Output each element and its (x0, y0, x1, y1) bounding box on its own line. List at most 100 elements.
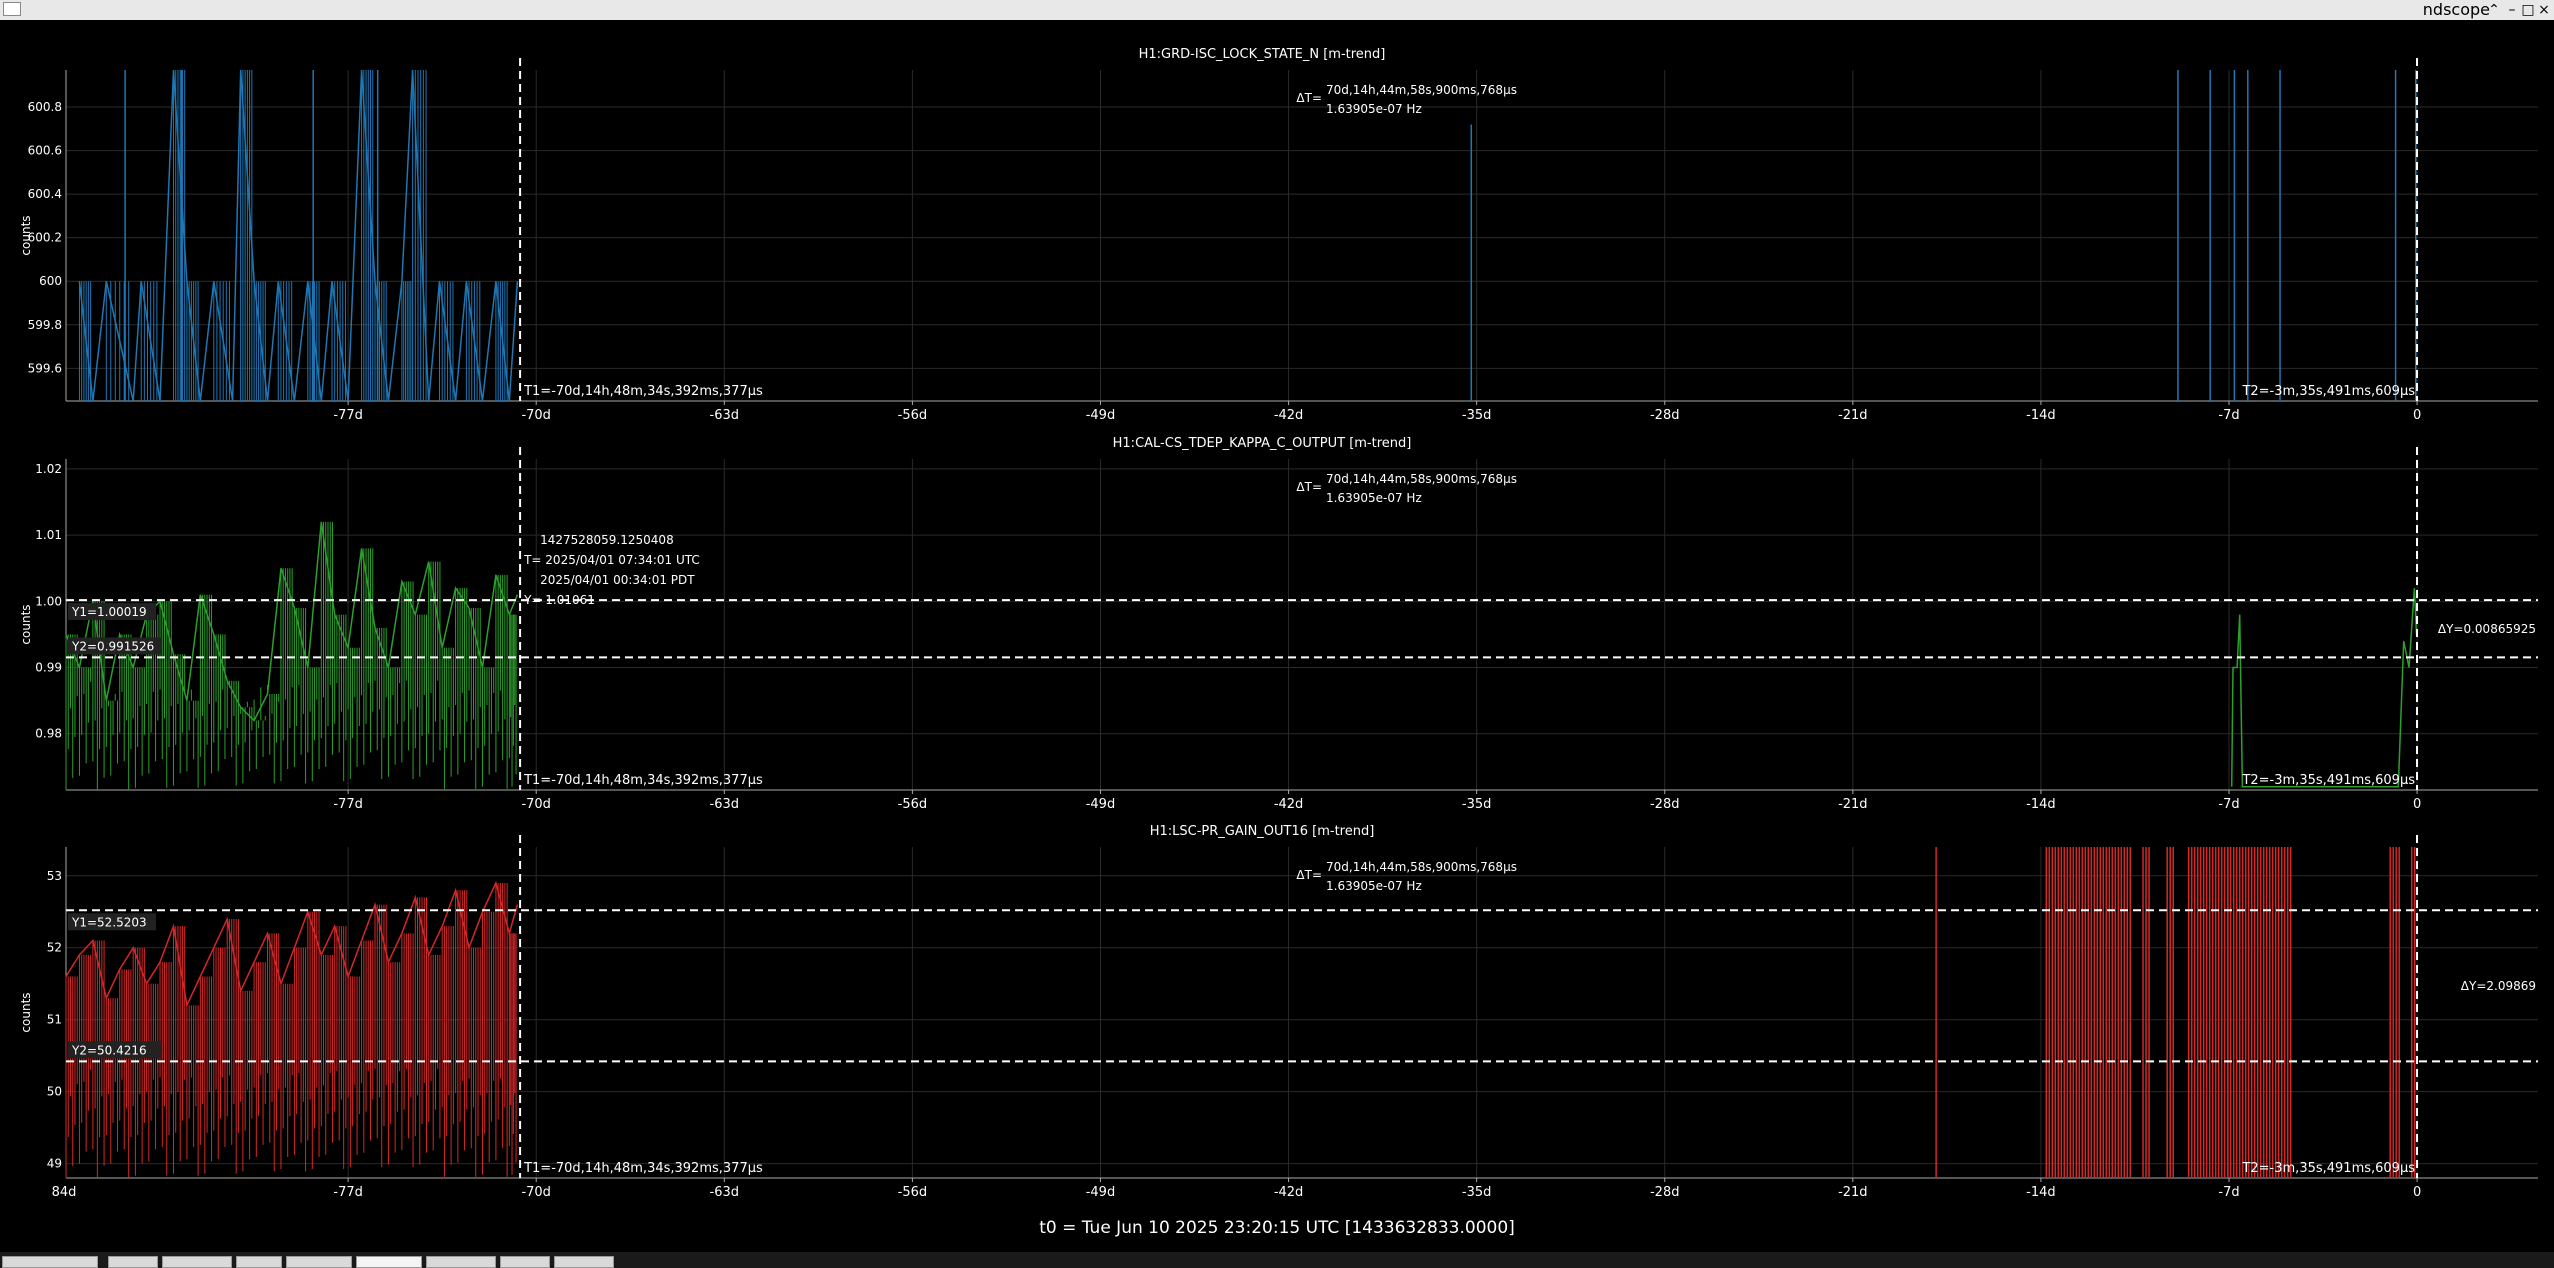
y-tick-label: 0.99 (35, 661, 62, 675)
x-tick-label: -42d (1274, 1185, 1304, 1200)
x-tick-label: -63d (710, 408, 740, 423)
x-tick-label: -35d (1462, 408, 1492, 423)
window-titlebar: ndscope ⌃ – □ × (0, 0, 2554, 20)
y-axis-label: counts (19, 604, 33, 644)
x-tick-label: -56d (898, 797, 928, 812)
x-tick-label: -21d (1838, 408, 1868, 423)
y1-label: Y1=52.5203 (71, 915, 147, 929)
x-tick-label: -7d (2218, 1185, 2239, 1200)
x-tick-label: -77d (333, 797, 363, 812)
y-tick-label: 51 (47, 1013, 62, 1027)
x-tick-label: -21d (1838, 1185, 1868, 1200)
x-tick-label: -14d (2026, 408, 2056, 423)
toolbar-tab[interactable] (500, 1256, 550, 1268)
delta-t-label: 70d,14h,44m,58s,900ms,768µs (1326, 860, 1517, 874)
t2-label: T2=-3m,35s,491ms,609µs (2241, 773, 2415, 788)
hover-y: Y= 1.01061 (523, 593, 595, 607)
t2-label: T2=-3m,35s,491ms,609µs (2241, 1161, 2415, 1176)
x-tick-label: 0 (2413, 408, 2421, 423)
y2-label: Y2=50.4216 (71, 1043, 147, 1057)
delta-y-label: ΔY=2.09869 (2461, 979, 2536, 993)
delta-t-prefix: ΔT= (1296, 868, 1322, 882)
x-tick-label: -21d (1838, 797, 1868, 812)
hover-gps: 1427528059.1250408 (540, 533, 674, 547)
plots-area[interactable]: H1:GRD-ISC_LOCK_STATE_N [m-trend] 599.6 59… (0, 20, 2554, 1218)
plot-title: H1:LSC-PR_GAIN_OUT16 [m-trend] (1150, 824, 1375, 839)
y-tick-label: 50 (47, 1085, 62, 1099)
y-tick-label: 599.8 (28, 318, 62, 332)
t1-label: T1=-70d,14h,48m,34s,392ms,377µs (523, 773, 763, 788)
delta-t-prefix: ΔT= (1296, 91, 1322, 105)
x-tick-label: -77d (333, 1185, 363, 1200)
close-button[interactable]: × (2536, 0, 2552, 20)
toolbar-tab[interactable] (426, 1256, 496, 1268)
x-tick-label: -70d (521, 1185, 551, 1200)
x-tick-label: -28d (1650, 1185, 1680, 1200)
x-tick-label: -77d (333, 408, 363, 423)
t0-label: t0 = Tue Jun 10 2025 23:20:15 UTC [14336… (1039, 1218, 1515, 1238)
x-tick-label: -70d (521, 797, 551, 812)
y-tick-label: 600.4 (28, 187, 62, 201)
toolbar-tab[interactable] (286, 1256, 352, 1268)
t1-label: T1=-70d,14h,48m,34s,392ms,377µs (523, 1161, 763, 1176)
x-tick-label: 0 (2413, 1185, 2421, 1200)
x-tick-label: 0 (2413, 797, 2421, 812)
x-tick-label: -7d (2218, 797, 2239, 812)
x-tick-label: -63d (710, 797, 740, 812)
y-tick-label: 600.8 (28, 100, 62, 114)
x-tick-label: -70d (521, 408, 551, 423)
x-tick-label: -28d (1650, 797, 1680, 812)
minimize-button[interactable]: – (2504, 0, 2520, 20)
x-tick-label: -35d (1462, 797, 1492, 812)
x-tick-label: -42d (1274, 797, 1304, 812)
y-tick-label: 1.02 (35, 462, 62, 476)
delta-t-label: 70d,14h,44m,58s,900ms,768µs (1326, 83, 1517, 97)
delta-t-prefix: ΔT= (1296, 480, 1322, 494)
y-tick-label: 1.01 (35, 528, 62, 542)
x-tick-label: -56d (898, 408, 928, 423)
delta-t-hz-label: 1.63905e-07 Hz (1326, 102, 1422, 116)
app-icon (3, 2, 21, 16)
delta-t-hz-label: 1.63905e-07 Hz (1326, 491, 1422, 505)
y2-label: Y2=0.991526 (71, 639, 154, 653)
x-tick-label: -56d (898, 1185, 928, 1200)
t1-label: T1=-70d,14h,48m,34s,392ms,377µs (523, 384, 763, 399)
toolbar-tab[interactable] (2, 1256, 98, 1268)
delta-t-hz-label: 1.63905e-07 Hz (1326, 879, 1422, 893)
y-tick-label: 52 (47, 941, 62, 955)
y-axis-label: counts (19, 992, 33, 1032)
y-tick-label: 599.6 (28, 361, 62, 375)
window-title: ndscope (2422, 0, 2490, 19)
t2-label: T2=-3m,35s,491ms,609µs (2241, 384, 2415, 399)
x-tick-label: -14d (2026, 797, 2056, 812)
series-tail (2230, 588, 2418, 788)
toolbar-tab[interactable] (236, 1256, 282, 1268)
y1-label: Y1=1.00019 (71, 605, 147, 619)
x-tick-label: -49d (1086, 408, 1116, 423)
series-line (78, 69, 519, 402)
hover-pdt: 2025/04/01 00:34:01 PDT (540, 573, 695, 587)
toolbar-tab[interactable] (356, 1256, 422, 1268)
plot-title: H1:CAL-CS_TDEP_KAPPA_C_OUTPUT [m-trend] (1113, 436, 1412, 451)
toolbar-tab[interactable] (554, 1256, 614, 1268)
bottom-toolbar (0, 1252, 2554, 1268)
x-tick-label: -14d (2026, 1185, 2056, 1200)
y-tick-label: 53 (47, 869, 62, 883)
maximize-button[interactable]: □ (2520, 0, 2536, 20)
y-tick-label: 600.6 (28, 144, 62, 158)
toolbar-tab[interactable] (162, 1256, 232, 1268)
y-tick-label: 49 (47, 1157, 62, 1171)
x-tick-label: -35d (1462, 1185, 1492, 1200)
x-tick-label: -63d (710, 1185, 740, 1200)
toolbar-tab[interactable] (108, 1256, 158, 1268)
x-tick-label: -49d (1086, 797, 1116, 812)
y-tick-label: 1.00 (35, 594, 62, 608)
x-tick-label: -28d (1650, 408, 1680, 423)
collapse-icon[interactable]: ⌃ (2486, 0, 2502, 20)
plot-title: H1:GRD-ISC_LOCK_STATE_N [m-trend] (1139, 47, 1386, 62)
x-tick-label: -7d (2218, 408, 2239, 423)
y-tick-label: 0.98 (35, 727, 62, 741)
x-tick-label: -42d (1274, 408, 1304, 423)
y-tick-label: 600 (39, 274, 62, 288)
x-tick-label: -49d (1086, 1185, 1116, 1200)
